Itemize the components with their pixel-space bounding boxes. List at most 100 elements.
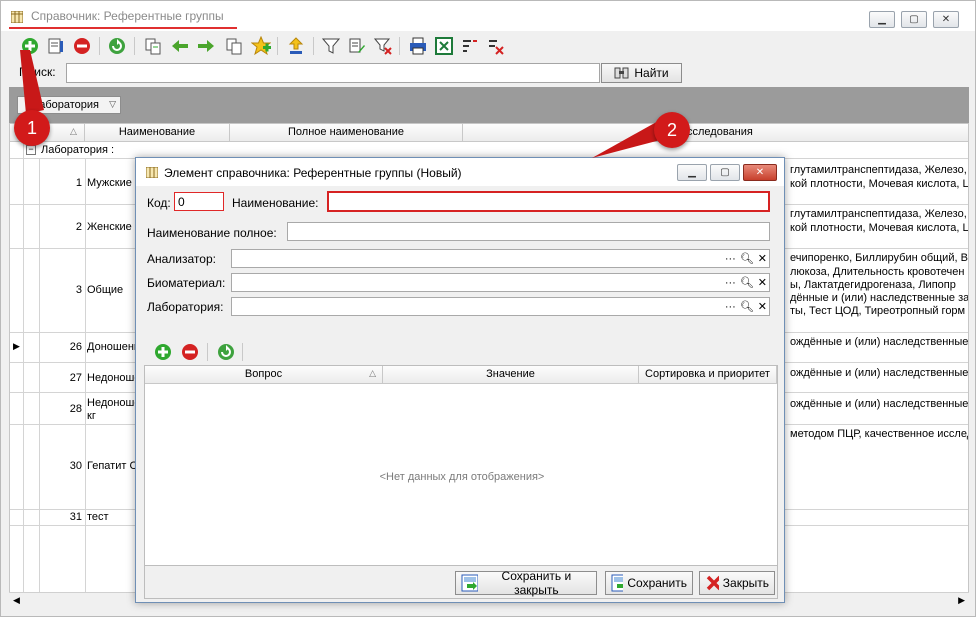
filter-edit-button[interactable] <box>346 35 368 57</box>
empty-grid-message: <Нет данных для отображения> <box>379 471 545 483</box>
print-icon <box>410 37 426 55</box>
restore-button[interactable]: ▢ <box>901 11 927 28</box>
clear-sort-icon <box>489 40 504 55</box>
excel-icon <box>435 37 453 55</box>
sort-button[interactable] <box>459 35 481 57</box>
row-number: 26 <box>69 341 82 353</box>
ellipsis-icon[interactable]: ··· <box>725 277 736 289</box>
column-header-name[interactable]: Наименование <box>85 124 230 142</box>
search-input[interactable] <box>66 63 600 83</box>
annotation-badge-1: 1 <box>14 110 50 146</box>
window-title: Справочник: Референтные группы <box>31 9 224 23</box>
move-left-button[interactable] <box>169 35 191 57</box>
add-row-button[interactable] <box>152 341 174 363</box>
laboratory-field[interactable]: ··· 🔍︎ ✕ <box>231 297 770 316</box>
clear-icon[interactable]: ✕ <box>758 300 767 313</box>
dialog-close-button[interactable]: ✕ <box>743 164 777 181</box>
column-header-fullname[interactable]: Полное наименование <box>230 124 463 142</box>
toolbar-separator <box>277 37 278 55</box>
scroll-left-icon[interactable]: ◀ <box>13 595 20 606</box>
toolbar-separator <box>242 343 243 361</box>
clear-icon[interactable]: ✕ <box>758 252 767 265</box>
arrow-right-icon <box>198 40 214 52</box>
filter-clear-button[interactable] <box>372 35 394 57</box>
move-right-button[interactable] <box>195 35 217 57</box>
save-button[interactable]: Сохранить <box>605 571 693 595</box>
refresh-button[interactable] <box>106 35 128 57</box>
delete-row-button[interactable] <box>179 341 201 363</box>
copy-button[interactable] <box>142 35 164 57</box>
dialog-toolbar <box>144 339 778 365</box>
filter-clear-icon <box>374 38 392 55</box>
column-header-value[interactable]: Значение <box>383 366 639 384</box>
toolbar-separator <box>313 37 314 55</box>
filter-icon <box>322 38 340 54</box>
group-row-label: Лаборатория : <box>41 144 115 156</box>
minimize-button[interactable]: ▁ <box>869 11 895 28</box>
find-button-label: Найти <box>634 66 669 80</box>
add-icon <box>22 38 38 54</box>
biomaterial-field[interactable]: ··· 🔍︎ ✕ <box>231 273 770 292</box>
close-icon: ✕ <box>941 14 951 25</box>
delete-button[interactable] <box>71 35 93 57</box>
ellipsis-icon[interactable]: ··· <box>725 253 736 265</box>
export-excel-button[interactable] <box>433 35 455 57</box>
search-icon[interactable]: 🔍︎ <box>740 276 754 289</box>
code-label: Код: <box>147 196 171 210</box>
add-group-button[interactable] <box>250 35 272 57</box>
close-icon <box>706 575 719 591</box>
main-toolbar <box>9 33 969 59</box>
row-name: Женские <box>87 221 132 233</box>
row-name: Гепатит С <box>87 460 137 472</box>
toolbar-separator <box>207 343 208 361</box>
row-number: 31 <box>69 511 82 523</box>
close-button[interactable]: Закрыть <box>699 571 775 595</box>
sort-icon <box>463 40 477 52</box>
column-header-sort-priority[interactable]: Сортировка и приоритет <box>639 366 777 384</box>
add-button[interactable] <box>19 35 41 57</box>
name-field[interactable] <box>327 191 770 212</box>
row-name: кг <box>87 410 96 422</box>
edit-button[interactable] <box>45 35 67 57</box>
scroll-right-icon[interactable]: ▶ <box>958 595 965 606</box>
print-button[interactable] <box>407 35 429 57</box>
current-row-indicator-icon: ▶ <box>13 341 20 351</box>
search-icon[interactable]: 🔍︎ <box>740 252 754 265</box>
clear-icon[interactable]: ✕ <box>758 276 767 289</box>
minimize-icon: ▁ <box>878 14 886 25</box>
import-button[interactable] <box>285 35 307 57</box>
clear-sort-button[interactable] <box>485 35 507 57</box>
copy2-icon <box>226 38 242 55</box>
filter-dropdown-icon[interactable]: ▽ <box>109 99 116 110</box>
analyzer-field[interactable]: ··· 🔍︎ ✕ <box>231 249 770 268</box>
column-header-question[interactable]: Вопрос △ <box>145 366 383 384</box>
column-header-tests[interactable]: Исследования <box>463 124 968 142</box>
row-tests: ождённые и (или) наследственные <box>790 336 969 348</box>
ellipsis-icon[interactable]: ··· <box>725 301 736 313</box>
dialog-restore-button[interactable]: ▢ <box>710 164 740 181</box>
close-window-button[interactable]: ✕ <box>933 11 959 28</box>
search-icon[interactable]: 🔍︎ <box>740 300 754 313</box>
row-tests: люкоза, Длительность кровотечен <box>790 266 965 278</box>
save-label: Сохранить <box>627 576 687 590</box>
laboratory-label: Лаборатория: <box>147 300 224 314</box>
code-field[interactable] <box>174 192 224 211</box>
filter-button[interactable] <box>320 35 342 57</box>
collapse-group-icon[interactable]: − <box>26 145 36 155</box>
row-number: 30 <box>69 460 82 472</box>
row-number: 28 <box>69 403 82 415</box>
find-button[interactable]: Найти <box>601 63 682 83</box>
fullname-field[interactable] <box>287 222 770 241</box>
dialog-minimize-button[interactable]: ▁ <box>677 164 707 181</box>
annotation-badge-2: 2 <box>654 112 690 148</box>
refresh-rows-button[interactable] <box>215 341 237 363</box>
refresh-icon <box>218 344 234 360</box>
row-tests: кой плотности, Мочевая кислота, Ц <box>790 222 969 234</box>
copy-icon <box>145 38 161 55</box>
analyzer-label: Анализатор: <box>147 252 216 266</box>
row-name: Недоноше <box>87 372 137 384</box>
row-number: 1 <box>75 177 82 189</box>
save-and-close-button[interactable]: Сохранить и закрыть <box>455 569 597 597</box>
row-tests: ечипоренко, Биллирубин общий, Вр <box>790 252 969 264</box>
copy-tree-button[interactable] <box>223 35 245 57</box>
